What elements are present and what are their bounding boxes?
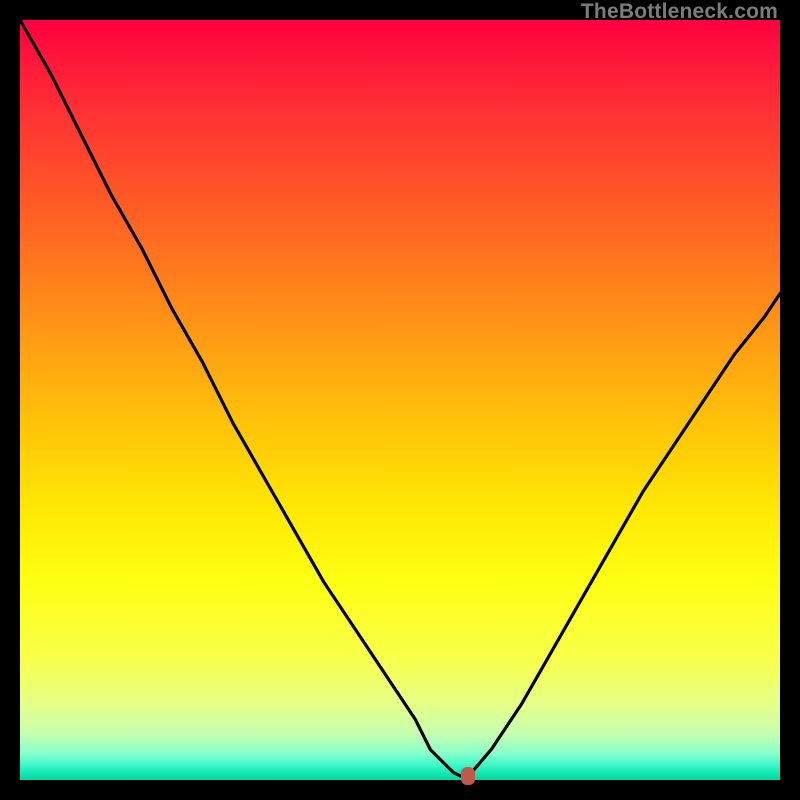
optimum-marker	[461, 767, 475, 785]
chart-frame: TheBottleneck.com	[0, 0, 800, 800]
bottleneck-curve	[20, 20, 780, 780]
plot-area	[20, 20, 780, 780]
curve-path	[20, 20, 780, 776]
